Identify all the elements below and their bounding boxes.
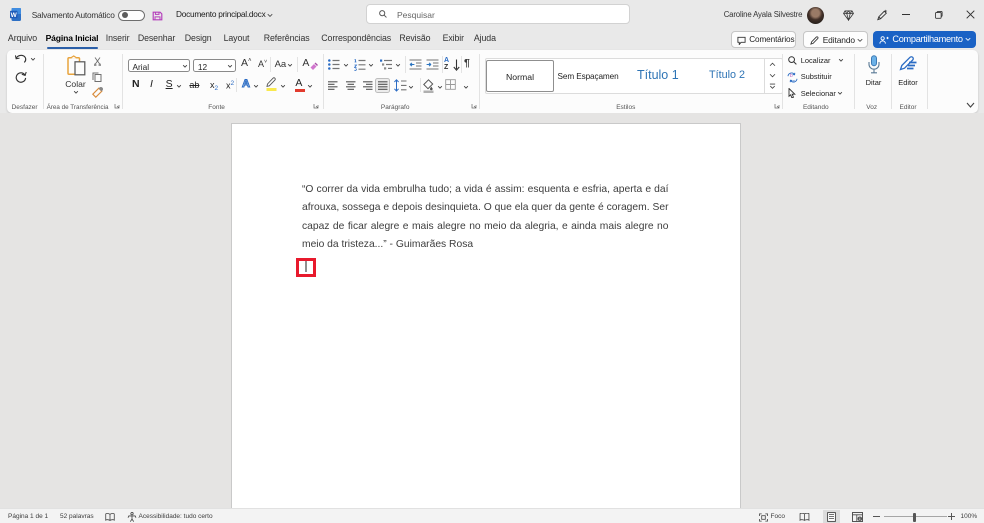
svg-text:W: W [11, 12, 18, 19]
svg-text:b: b [790, 73, 793, 79]
